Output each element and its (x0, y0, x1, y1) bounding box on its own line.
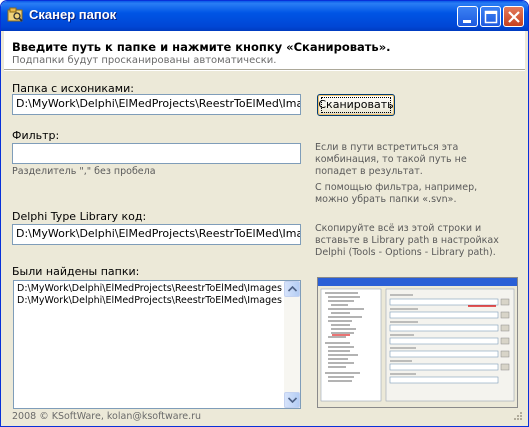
typelib-label: Delphi Type Library код: (12, 210, 147, 223)
chevron-up-icon (288, 286, 297, 292)
chevron-down-icon (288, 397, 297, 403)
app-icon (7, 7, 23, 23)
typelib-input[interactable]: D:\MyWork\Delphi\ElMedProjects\ReestrToE… (12, 224, 301, 245)
results-scrollbar[interactable] (284, 281, 300, 408)
focus-rect (321, 97, 391, 113)
maximize-icon (484, 10, 498, 24)
minimize-button[interactable] (457, 6, 478, 27)
copyright-footer: 2008 © KSoftWare, kolan@ksoftware.ru (12, 411, 202, 422)
filter-label: Фильтр: (12, 129, 60, 142)
close-button[interactable] (503, 6, 524, 27)
list-item[interactable]: D:\MyWork\Delphi\ElMedProjects\ReestrToE… (17, 283, 282, 294)
scan-button[interactable]: Сканировать (317, 94, 395, 116)
resize-grip-icon[interactable] (511, 411, 523, 423)
results-list[interactable]: D:\MyWork\Delphi\ElMedProjects\ReestrToE… (13, 280, 301, 409)
header-panel: Введите путь к папке и нажмите кнопку «С… (4, 31, 525, 69)
typelib-note: Скопируйте всё из этой строки и вставьте… (315, 223, 499, 258)
filter-hint: Разделитель "," без пробела (12, 166, 156, 177)
filter-note-1: Если в пути встретиться эта комбинация, … (315, 142, 467, 177)
scanner-window: Сканер папок Введите путь к папке и нажм… (0, 0, 529, 427)
list-item[interactable]: D:\MyWork\Delphi\ElMedProjects\ReestrToE… (17, 295, 282, 306)
filter-input[interactable] (12, 143, 301, 164)
dialog-body: Введите путь к папке и нажмите кнопку «С… (4, 31, 525, 425)
maximize-button[interactable] (480, 6, 501, 27)
scroll-up-button[interactable] (284, 281, 300, 297)
filter-note-2: С помощью фильтра, например, можно убрат… (315, 182, 478, 205)
minimize-icon (463, 20, 471, 23)
instruction-subtitle: Подпапки будут просканированы автоматиче… (12, 55, 277, 66)
window-title: Сканер папок (29, 7, 117, 22)
titlebar[interactable]: Сканер папок (1, 1, 528, 31)
library-path-screenshot (317, 277, 518, 408)
header-divider (4, 69, 525, 71)
results-label: Были найдены папки: (12, 265, 140, 278)
scroll-down-button[interactable] (284, 392, 300, 408)
source-folder-input[interactable]: D:\MyWork\Delphi\ElMedProjects\ReestrToE… (12, 94, 301, 115)
instruction-title: Введите путь к папке и нажмите кнопку «С… (12, 40, 391, 54)
close-icon (508, 11, 520, 23)
